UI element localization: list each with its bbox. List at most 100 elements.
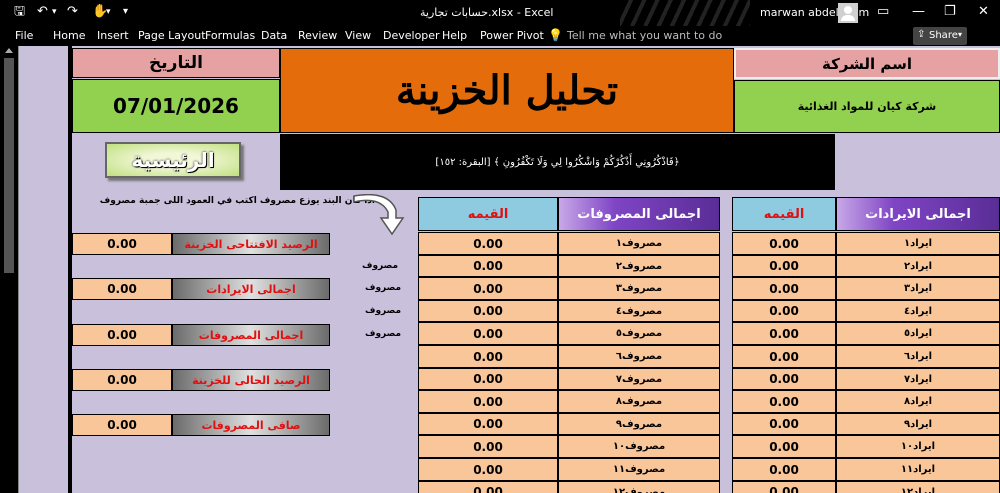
share-chevron-icon: ▾ <box>958 30 963 39</box>
tab-developer[interactable]: Developer <box>383 29 440 42</box>
expense-label-cell[interactable]: مصروف١٢ <box>558 481 720 493</box>
revenue-value-cell[interactable]: 0.00 <box>732 481 836 493</box>
expense-value-cell[interactable]: 0.00 <box>418 300 558 322</box>
avatar[interactable] <box>838 3 858 23</box>
revenue-value-cell[interactable]: 0.00 <box>732 390 836 413</box>
tab-view[interactable]: View <box>345 29 371 42</box>
revenue-label-cell[interactable]: ايراد٤ <box>836 300 1000 322</box>
expense-label-cell[interactable]: مصروف١ <box>558 232 720 255</box>
marker-cell[interactable]: مصروف <box>362 261 398 271</box>
expense-value-cell[interactable]: 0.00 <box>418 368 558 390</box>
summary-label[interactable]: الرصيد الحالى للخزينة <box>172 369 330 391</box>
tell-me-input[interactable]: Tell me what you want to do <box>567 29 722 42</box>
tab-data[interactable]: Data <box>261 29 287 42</box>
revenue-label-cell[interactable]: ايراد٦ <box>836 345 1000 368</box>
expense-value-cell[interactable]: 0.00 <box>418 255 558 277</box>
home-button[interactable]: الرئيسية <box>105 142 241 178</box>
expense-label-cell[interactable]: مصروف١٠ <box>558 435 720 458</box>
lightbulb-icon[interactable]: 💡 <box>548 28 563 42</box>
save-icon[interactable]: 🖫 <box>14 4 25 20</box>
expense-value-cell[interactable]: 0.00 <box>418 277 558 300</box>
marker-cell[interactable]: مصروف <box>365 306 401 316</box>
tab-insert[interactable]: Insert <box>97 29 129 42</box>
expense-label-cell[interactable]: مصروف٥ <box>558 322 720 345</box>
revenue-value-cell[interactable]: 0.00 <box>732 322 836 345</box>
touch-dropdown-icon[interactable]: ▾ <box>106 4 111 20</box>
revenue-label-cell[interactable]: ايراد٧ <box>836 368 1000 390</box>
revenue-value-cell[interactable]: 0.00 <box>732 368 836 390</box>
revenue-value-cell[interactable]: 0.00 <box>732 458 836 481</box>
summary-label[interactable]: صافى المصروفات <box>172 414 330 436</box>
expense-value-cell[interactable]: 0.00 <box>418 322 558 345</box>
summary-value[interactable]: 0.00 <box>72 324 172 346</box>
revenue-label-cell[interactable]: ايراد٨ <box>836 390 1000 413</box>
expense-value-cell[interactable]: 0.00 <box>418 232 558 255</box>
tab-page-layout[interactable]: Page Layout <box>138 29 206 42</box>
undo-icon[interactable]: ↶ <box>37 4 48 20</box>
title-bar: 🖫 ↶ ▾ ↷ ✋ ▾ ▾ حسابات تجارية.xlsx - Excel… <box>0 0 1000 26</box>
worksheet[interactable]: التاريخ 07/01/2026 تحليل الخزينة اسم الش… <box>0 46 1000 493</box>
expense-label-cell[interactable]: مصروف١١ <box>558 458 720 481</box>
share-button[interactable]: ⇪ Share ▾ <box>913 27 967 45</box>
summary-value[interactable]: 0.00 <box>72 233 172 255</box>
expense-value-cell[interactable]: 0.00 <box>418 345 558 368</box>
expense-label-cell[interactable]: مصروف٤ <box>558 300 720 322</box>
expense-value-cell[interactable]: 0.00 <box>418 481 558 493</box>
revenue-label-cell[interactable]: ايراد١٢ <box>836 481 1000 493</box>
summary-value[interactable]: 0.00 <box>72 414 172 436</box>
revenues-value-header: القيمه <box>732 197 836 231</box>
tab-review[interactable]: Review <box>298 29 337 42</box>
customize-toolbar-icon[interactable]: ▾ <box>123 4 128 20</box>
tab-formulas[interactable]: Formulas <box>205 29 255 42</box>
revenue-value-cell[interactable]: 0.00 <box>732 435 836 458</box>
revenue-label-cell[interactable]: ايراد٢ <box>836 255 1000 277</box>
expense-label-cell[interactable]: مصروف٨ <box>558 390 720 413</box>
revenue-value-cell[interactable]: 0.00 <box>732 255 836 277</box>
vertical-scrollbar[interactable] <box>0 46 18 493</box>
revenue-value-cell[interactable]: 0.00 <box>732 300 836 322</box>
ribbon-display-icon[interactable]: ▭ <box>877 4 889 20</box>
restore-icon[interactable]: ❐ <box>944 4 956 20</box>
revenue-label-cell[interactable]: ايراد١٠ <box>836 435 1000 458</box>
revenue-value-cell[interactable]: 0.00 <box>732 232 836 255</box>
revenue-label-cell[interactable]: ايراد١١ <box>836 458 1000 481</box>
summary-label[interactable]: اجمالى الايرادات <box>172 278 330 300</box>
revenue-value-cell[interactable]: 0.00 <box>732 277 836 300</box>
expense-label-cell[interactable]: مصروف٦ <box>558 345 720 368</box>
revenue-label-cell[interactable]: ايراد٥ <box>836 322 1000 345</box>
summary-value[interactable]: 0.00 <box>72 369 172 391</box>
sheet-border <box>18 46 19 493</box>
marker-cell[interactable]: مصروف <box>365 329 401 339</box>
minimize-icon[interactable]: — <box>912 4 925 20</box>
expense-value-cell[interactable]: 0.00 <box>418 458 558 481</box>
summary-label[interactable]: الرصيد الافتتاحى الخزينة <box>172 233 330 255</box>
revenue-label-cell[interactable]: ايراد٣ <box>836 277 1000 300</box>
expense-label-cell[interactable]: مصروف٧ <box>558 368 720 390</box>
revenue-value-cell[interactable]: 0.00 <box>732 345 836 368</box>
company-label: اسم الشركة <box>734 48 1000 79</box>
expense-label-cell[interactable]: مصروف٢ <box>558 255 720 277</box>
expense-value-cell[interactable]: 0.00 <box>418 435 558 458</box>
tab-power-pivot[interactable]: Power Pivot <box>480 29 544 42</box>
close-icon[interactable]: ✕ <box>978 4 989 20</box>
revenue-value-cell[interactable]: 0.00 <box>732 413 836 435</box>
revenue-label-cell[interactable]: ايراد١ <box>836 232 1000 255</box>
company-value[interactable]: شركة كيان للمواد الغذائية <box>734 80 1000 133</box>
tab-help[interactable]: Help <box>442 29 467 42</box>
expense-value-cell[interactable]: 0.00 <box>418 413 558 435</box>
marker-cell[interactable]: مصروف <box>365 283 401 293</box>
undo-dropdown-icon[interactable]: ▾ <box>52 4 57 20</box>
summary-label[interactable]: اجمالى المصروفات <box>172 324 330 346</box>
expense-value-cell[interactable]: 0.00 <box>418 390 558 413</box>
scroll-up-icon[interactable] <box>5 48 13 53</box>
tab-file[interactable]: File <box>15 29 33 42</box>
revenues-label-header: اجمالى الايرادات <box>836 197 1000 231</box>
tab-home[interactable]: Home <box>53 29 85 42</box>
redo-icon[interactable]: ↷ <box>67 4 78 20</box>
revenue-label-cell[interactable]: ايراد٩ <box>836 413 1000 435</box>
date-value[interactable]: 07/01/2026 <box>72 79 280 133</box>
expense-label-cell[interactable]: مصروف٩ <box>558 413 720 435</box>
summary-value[interactable]: 0.00 <box>72 278 172 300</box>
scroll-thumb[interactable] <box>4 58 14 273</box>
expense-label-cell[interactable]: مصروف٣ <box>558 277 720 300</box>
